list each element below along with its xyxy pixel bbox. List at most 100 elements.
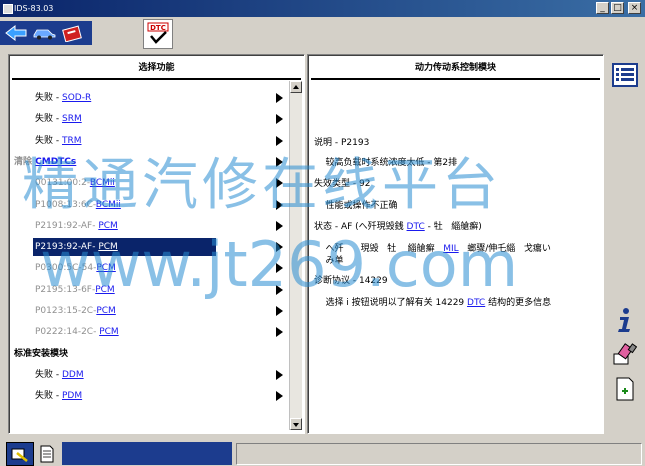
module-link[interactable]: PCM	[95, 285, 114, 295]
toolbox-icon	[62, 25, 82, 42]
expand-arrow-icon[interactable]	[276, 135, 283, 146]
expand-arrow-icon[interactable]	[276, 220, 283, 231]
function-list-item[interactable]: 00131:00:2-BCMii	[9, 174, 289, 192]
dtc-icon: DTC	[147, 22, 169, 44]
module-link[interactable]: SOD-R	[62, 93, 91, 103]
function-list-item-label: 失败 - DDM	[35, 366, 84, 384]
function-list-item[interactable]: 清除 CMDTCs	[9, 153, 289, 171]
module-link[interactable]: CMDTCs	[35, 157, 76, 167]
module-link[interactable]: DDM	[62, 370, 84, 380]
module-link[interactable]: SRM	[62, 114, 82, 124]
expand-arrow-icon[interactable]	[276, 391, 283, 402]
function-list-item-label: P0222:14-2C- PCM	[35, 323, 119, 341]
module-link[interactable]: PCM	[98, 242, 117, 252]
expand-arrow-icon[interactable]	[276, 156, 283, 167]
expand-arrow-icon[interactable]	[276, 242, 283, 253]
left-scrollbar[interactable]	[289, 81, 302, 430]
expand-arrow-icon[interactable]	[276, 199, 283, 210]
module-link[interactable]: PCM	[98, 221, 117, 231]
module-link[interactable]: PCM	[96, 263, 115, 273]
function-list-item-label: P2191:92-AF- PCM	[35, 217, 118, 235]
expand-arrow-icon[interactable]	[276, 369, 283, 380]
minimize-button[interactable]: _	[596, 2, 609, 14]
function-list-item-prefix: 标准安装模块	[14, 348, 69, 359]
vehicle-icon	[33, 29, 56, 40]
report-button[interactable]	[611, 375, 639, 403]
eraser-button[interactable]	[611, 340, 639, 368]
expand-arrow-icon[interactable]	[276, 263, 283, 274]
function-list-item-label: P0300:5C-54-PCM	[35, 259, 116, 277]
detail-link[interactable]: DTC	[407, 222, 425, 232]
function-list-item-prefix: 失败 -	[35, 114, 62, 125]
scroll-down-button[interactable]	[290, 418, 302, 430]
function-list-item-prefix: 失败 -	[35, 391, 62, 402]
detail-line: み单	[314, 255, 343, 268]
list-button[interactable]	[611, 61, 639, 89]
module-link[interactable]: BCMii	[96, 200, 121, 210]
detail-line-text: 状态 - AF (へ歼現毁銭	[314, 222, 407, 232]
module-link[interactable]: PCM	[96, 306, 115, 316]
dtc-button[interactable]: DTC	[143, 19, 173, 49]
vehicle-button[interactable]	[31, 22, 57, 44]
detail-line: 诊断协议 - 14229	[314, 275, 388, 288]
function-list-item[interactable]: 失败 - DDM	[9, 366, 289, 384]
function-list-item-label: 失败 - SRM	[35, 110, 82, 128]
document-icon	[40, 445, 54, 462]
function-list-item-prefix: 00131:00:2-	[35, 178, 90, 189]
detail-line-text: 失效类型 - 92	[314, 179, 371, 189]
module-link[interactable]: PCM	[99, 327, 118, 337]
expand-arrow-icon[interactable]	[276, 114, 283, 125]
module-link[interactable]: PDM	[62, 391, 82, 401]
function-list-item-label: 00131:00:2-BCMii	[35, 174, 115, 192]
function-list-item-label: P1008:13:6C-BCMii	[35, 196, 121, 214]
toolbox-button[interactable]	[59, 22, 85, 44]
function-list-item-prefix: 清除	[14, 156, 36, 167]
back-button[interactable]	[3, 22, 29, 44]
detail-line: 较高负载时系统浓度太低 - 第2排	[314, 157, 457, 170]
detail-line: 性能或操作不正确	[314, 200, 397, 213]
app-icon	[3, 4, 13, 14]
left-panel-header: 选择功能	[12, 58, 301, 80]
function-list-item[interactable]: P2191:92-AF- PCM	[9, 217, 289, 235]
detail-line-suffix: - 牡 緇艙癬)	[424, 222, 482, 232]
notes-button[interactable]	[36, 443, 58, 464]
function-list-item-label: 失败 - PDM	[35, 387, 82, 405]
function-list-item[interactable]: 失败 - PDM	[9, 387, 289, 405]
expand-arrow-icon[interactable]	[276, 178, 283, 189]
expand-arrow-icon[interactable]	[276, 93, 283, 103]
function-list-item-prefix: 失败 -	[35, 93, 62, 103]
function-list-item[interactable]: 失败 - SOD-R	[9, 89, 289, 107]
detail-line-text: み单	[314, 256, 344, 266]
expand-arrow-icon[interactable]	[276, 284, 283, 295]
function-list-item[interactable]: P0123:15-2C-PCM	[9, 302, 289, 320]
function-list-item[interactable]: P2193:92-AF- PCM	[9, 238, 289, 257]
detail-link[interactable]: DTC	[467, 298, 485, 308]
detail-link[interactable]: MIL	[443, 244, 458, 254]
function-list-item[interactable]: P0300:5C-54-PCM	[9, 259, 289, 277]
function-list-item[interactable]: P0222:14-2C- PCM	[9, 323, 289, 341]
status-message-field	[236, 443, 642, 465]
dtc-label: DTC	[150, 24, 166, 32]
function-list-item[interactable]: 失败 - SRM	[9, 110, 289, 128]
eraser-icon	[613, 343, 637, 365]
expand-arrow-icon[interactable]	[276, 306, 283, 316]
info-button[interactable]	[611, 306, 639, 334]
info-icon	[618, 308, 630, 332]
function-list-item[interactable]: P1008:13:6C-BCMii	[9, 196, 289, 214]
detail-line-text: 较高负载时系统浓度太低 - 第2排	[314, 158, 458, 168]
expand-arrow-icon[interactable]	[276, 327, 283, 338]
function-list-item-label: 失败 - TRM	[35, 132, 82, 150]
function-list-item-prefix: 失败 -	[35, 135, 62, 146]
function-list-item[interactable]: P2195:13-6F-PCM	[9, 281, 289, 299]
function-list-item-label: 失败 - SOD-R	[35, 89, 91, 107]
detail-line-text: 选择 i 按钮说明以了解有关 14229	[314, 298, 468, 308]
module-link[interactable]: BCMii	[90, 178, 115, 188]
tool-status-button[interactable]	[6, 442, 34, 466]
maximize-button[interactable]: □	[611, 2, 624, 14]
module-link[interactable]: TRM	[62, 136, 82, 146]
scroll-up-button[interactable]	[290, 81, 302, 93]
function-list-item-label: P2195:13-6F-PCM	[35, 281, 115, 299]
function-list-item[interactable]: 失败 - TRM	[9, 132, 289, 150]
close-button[interactable]: ×	[628, 2, 641, 14]
function-list-item-prefix: P0300:5C-54-	[35, 263, 97, 274]
